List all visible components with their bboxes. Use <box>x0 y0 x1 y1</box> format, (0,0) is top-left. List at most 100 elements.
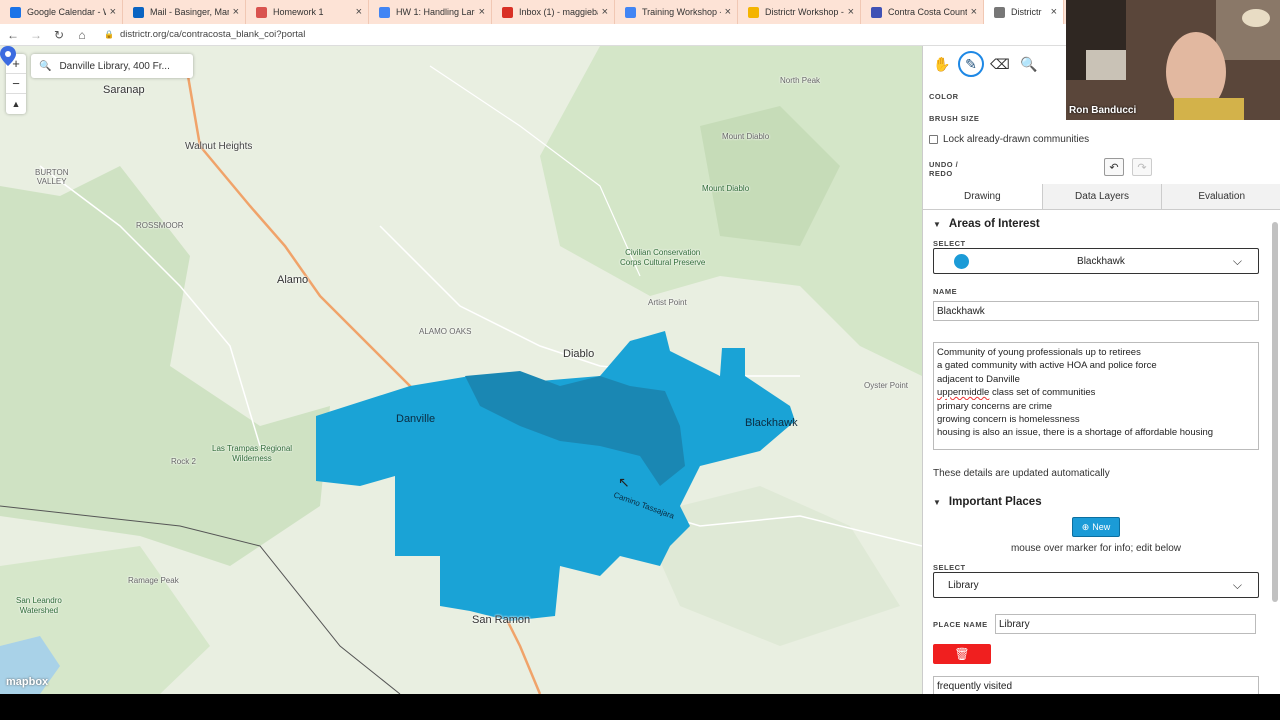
place-select-label: SELECT <box>933 563 966 572</box>
label-saranap: Saranap <box>103 84 145 96</box>
compass-button[interactable]: ▲ <box>6 94 26 114</box>
area-select[interactable]: Blackhawk ⌵ <box>933 248 1259 274</box>
tab-close-icon[interactable]: × <box>479 6 485 18</box>
browser-tab[interactable]: Districtr Workshop - C × <box>738 0 861 24</box>
map-base <box>0 46 922 694</box>
browser-tab-strip: Google Calendar - We×Mail - Basinger, Ma… <box>0 0 1070 24</box>
label-diablo: Diablo <box>563 348 595 360</box>
place-select-value: Library <box>948 579 979 591</box>
webcam-overlay: Ron Banducci <box>1066 0 1280 120</box>
tab-title: Mail - Basinger, Marga <box>150 7 229 17</box>
tab-favicon-icon <box>379 6 390 18</box>
browser-tab[interactable]: HW 1: Handling Large × <box>369 0 492 24</box>
tab-favicon-icon <box>10 6 21 18</box>
add-marker-icon: ⊕ <box>1081 521 1090 532</box>
redo-button[interactable]: ↷ <box>1132 158 1152 176</box>
label-walnut-heights: Walnut Heights <box>185 141 253 152</box>
chevron-down-icon: ⌵ <box>1232 253 1242 268</box>
tab-close-icon[interactable]: × <box>356 6 362 18</box>
important-places-heading[interactable]: ▼ Important Places <box>933 496 1042 508</box>
browser-tab[interactable]: Inbox (1) - maggiebas × <box>492 0 615 24</box>
map-marker-icon[interactable] <box>0 46 16 66</box>
label-alamo: Alamo <box>277 274 309 286</box>
map-search[interactable]: 🔍 <box>31 54 193 78</box>
tab-title: Inbox (1) - maggiebas <box>519 7 598 17</box>
tab-close-icon[interactable]: × <box>1051 6 1057 18</box>
place-description-input[interactable]: frequently visited <box>933 676 1259 694</box>
tab-drawing[interactable]: Drawing <box>923 184 1042 209</box>
area-notes-textarea[interactable]: Community of young professionals up to r… <box>933 342 1259 450</box>
name-label: NAME <box>933 287 958 296</box>
eraser-icon[interactable]: ⌫ <box>987 51 1013 77</box>
undo-redo-buttons: ↶ ↷ <box>1104 158 1160 176</box>
tab-title: Districtr <box>1011 7 1042 17</box>
mouse-cursor-icon: ↖ <box>618 474 630 490</box>
label-north-peak: North Peak <box>780 76 821 85</box>
tab-close-icon[interactable]: × <box>848 6 854 18</box>
label-artist-point: Artist Point <box>648 298 687 307</box>
browser-tab[interactable]: Mail - Basinger, Marga × <box>123 0 246 24</box>
forward-arrow-icon[interactable]: → <box>26 25 46 45</box>
label-blackhawk: Blackhawk <box>745 417 798 429</box>
tab-title: Contra Costa County F <box>888 7 967 17</box>
new-place-button[interactable]: ⊕ New <box>1072 517 1120 537</box>
scrollbar-thumb[interactable] <box>1272 222 1278 602</box>
tab-title: Google Calendar - We <box>27 7 106 17</box>
browser-tab[interactable]: Google Calendar - We × <box>0 0 123 24</box>
map-search-input[interactable] <box>59 60 180 72</box>
area-select-value: Blackhawk <box>1077 255 1125 267</box>
browser-tab[interactable]: Homework 1 × <box>246 0 369 24</box>
area-color-swatch <box>954 253 969 269</box>
sidebar: ✋ ✎ ⌫ 🔍 COLOR BRUSH SIZE Lock already-dr… <box>922 46 1280 694</box>
map-canvas[interactable]: Saranap Walnut Heights BURTON VALLEY ROS… <box>0 46 922 694</box>
label-rock-2: Rock 2 <box>171 457 196 466</box>
tab-close-icon[interactable]: × <box>725 6 731 18</box>
tab-favicon-icon <box>133 6 144 18</box>
reload-icon[interactable]: ↻ <box>49 25 69 45</box>
label-burton-valley: BURTON VALLEY <box>35 168 69 186</box>
tab-close-icon[interactable]: × <box>971 6 977 18</box>
tab-title: Training Workshop - C <box>642 7 721 17</box>
browser-tab[interactable]: Districtr × <box>984 0 1064 24</box>
taskbar <box>0 694 1280 720</box>
tab-close-icon[interactable]: × <box>110 6 116 18</box>
label-ramage-peak: Ramage Peak <box>128 576 179 585</box>
label-mount-diablo: Mount Diablo <box>722 132 770 141</box>
back-arrow-icon[interactable]: ← <box>3 25 23 45</box>
address-bar[interactable]: 🔒 districtr.org/ca/contracosta_blank_coi… <box>104 29 305 40</box>
tab-close-icon[interactable]: × <box>233 6 239 18</box>
areas-of-interest-heading[interactable]: ▼ Areas of Interest <box>933 218 1040 230</box>
lock-communities-row[interactable]: Lock already-drawn communities <box>929 134 1089 145</box>
tab-favicon-icon <box>256 6 267 18</box>
caret-down-icon: ▼ <box>933 497 941 507</box>
tab-favicon-icon <box>748 6 759 18</box>
inspect-magnifier-icon[interactable]: 🔍 <box>1016 51 1042 77</box>
tab-title: HW 1: Handling Large <box>396 7 475 17</box>
area-name-input[interactable]: Blackhawk <box>933 301 1259 321</box>
area-select-label: SELECT <box>933 239 966 248</box>
delete-place-button[interactable]: 🗑 <box>933 644 991 664</box>
lock-checkbox[interactable] <box>929 135 938 144</box>
tab-favicon-icon <box>625 6 636 18</box>
undo-redo-label: UNDO / REDO <box>929 160 959 178</box>
zoom-out-button[interactable]: − <box>6 74 26 94</box>
home-icon[interactable]: ⌂ <box>72 25 92 45</box>
place-name-input[interactable]: Library <box>995 614 1256 634</box>
tab-close-icon[interactable]: × <box>602 6 608 18</box>
tab-favicon-icon <box>994 6 1005 18</box>
label-san-leandro-watershed: San Leandro Watershed <box>16 596 62 615</box>
undo-button[interactable]: ↶ <box>1104 158 1124 176</box>
browser-toolbar: ← → ↻ ⌂ 🔒 districtr.org/ca/contracosta_b… <box>0 24 1070 46</box>
pan-hand-icon[interactable]: ✋ <box>929 51 955 77</box>
tab-data-layers[interactable]: Data Layers <box>1041 184 1162 209</box>
label-danville: Danville <box>396 413 436 425</box>
tab-evaluation[interactable]: Evaluation <box>1161 184 1280 209</box>
misspelled-word: uppermiddle <box>937 387 990 399</box>
brush-icon[interactable]: ✎ <box>958 51 984 77</box>
place-select[interactable]: Library ⌵ <box>933 572 1259 598</box>
search-icon: 🔍 <box>39 60 52 72</box>
browser-tab[interactable]: Training Workshop - C × <box>615 0 738 24</box>
sidebar-scrollbar[interactable] <box>1272 216 1278 686</box>
mouseover-hint: mouse over marker for info; edit below <box>1010 543 1182 554</box>
browser-tab[interactable]: Contra Costa County F × <box>861 0 984 24</box>
